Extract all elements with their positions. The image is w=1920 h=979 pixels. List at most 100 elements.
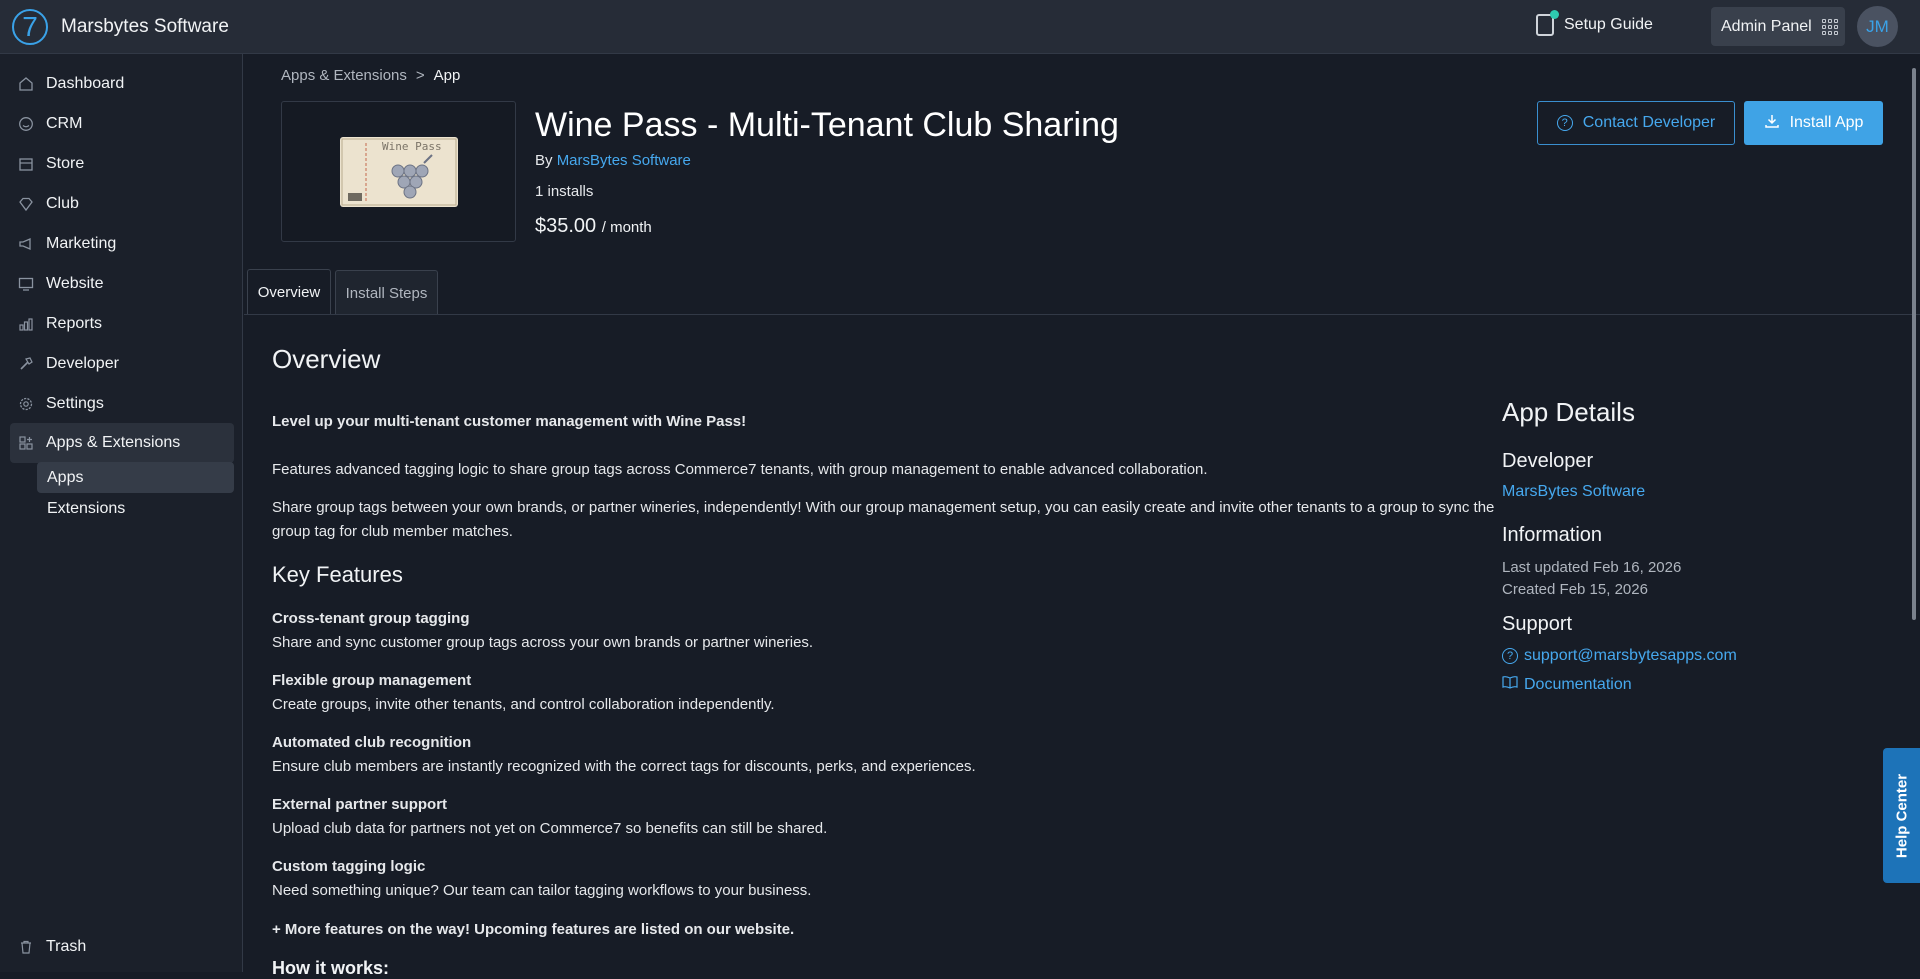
by-label: By <box>535 152 553 169</box>
sidebar-item-label: Trash <box>46 938 87 955</box>
help-center-label: Help Center <box>1893 773 1910 858</box>
overview-paragraph-1: Features advanced tagging logic to share… <box>272 461 1208 478</box>
developer-link[interactable]: MarsBytes Software <box>557 152 691 169</box>
feature-title: Cross-tenant group tagging <box>272 610 470 627</box>
sidebar-item-club[interactable]: Club <box>10 185 234 223</box>
breadcrumb: Apps & Extensions > App <box>281 67 460 84</box>
megaphone-icon <box>18 236 34 252</box>
sidebar-nav: Dashboard CRM Store Club Marketing Websi… <box>0 54 243 972</box>
app-byline: By MarsBytes Software <box>535 152 691 169</box>
apps-icon <box>18 435 34 451</box>
app-title: Wine Pass - Multi-Tenant Club Sharing <box>535 106 1119 144</box>
trash-icon <box>18 939 34 955</box>
setup-guide-button[interactable]: Setup Guide <box>1536 10 1653 36</box>
feature-description: Upload club data for partners not yet on… <box>272 820 828 837</box>
documentation-label: Documentation <box>1524 675 1632 693</box>
created-text: Created Feb 15, 2026 <box>1502 581 1648 598</box>
home-icon <box>18 76 34 92</box>
price-amount: $35.00 <box>535 215 597 237</box>
store-icon <box>18 156 34 172</box>
breadcrumb-apps-extensions[interactable]: Apps & Extensions <box>281 67 407 84</box>
feature-item: External partner support Upload club dat… <box>272 793 1492 841</box>
information-heading: Information <box>1502 524 1603 546</box>
documentation-link[interactable]: Documentation <box>1502 675 1632 694</box>
gear-icon <box>18 396 34 412</box>
tab-overview[interactable]: Overview <box>247 269 331 315</box>
setup-guide-label: Setup Guide <box>1564 16 1653 33</box>
tab-install-steps[interactable]: Install Steps <box>335 270 438 315</box>
sidebar-item-dashboard[interactable]: Dashboard <box>10 65 234 103</box>
sidebar-item-crm[interactable]: CRM <box>10 105 234 143</box>
more-features-note: + More features on the way! Upcoming fea… <box>272 921 795 938</box>
support-email-link[interactable]: ? support@marsbytesapps.com <box>1502 647 1737 665</box>
install-app-button[interactable]: Install App <box>1744 101 1883 145</box>
tabs-divider <box>244 314 1920 315</box>
sidebar-subitem-apps[interactable]: Apps <box>37 462 234 493</box>
feature-description: Need something unique? Our team can tail… <box>272 882 812 899</box>
how-it-works-heading: How it works: <box>272 958 390 978</box>
hammer-icon <box>18 356 34 372</box>
sidebar-item-settings[interactable]: Settings <box>10 385 234 423</box>
monitor-icon <box>18 276 34 292</box>
commerce7-logo-icon[interactable]: 7 <box>12 9 48 45</box>
sidebar-item-label: CRM <box>46 115 83 132</box>
chart-icon <box>18 316 34 332</box>
contact-developer-button[interactable]: ? Contact Developer <box>1537 101 1735 145</box>
details-developer-link[interactable]: MarsBytes Software <box>1502 483 1645 501</box>
feature-item: Cross-tenant group tagging Share and syn… <box>272 607 1492 655</box>
feature-description: Ensure club members are instantly recogn… <box>272 758 976 775</box>
sidebar-item-label: Apps & Extensions <box>46 434 181 451</box>
feature-item: Flexible group management Create groups,… <box>272 669 1492 717</box>
feature-description: Share and sync customer group tags acros… <box>272 634 814 651</box>
app-details-panel: App Details <box>1502 397 1635 428</box>
price-period: / month <box>601 219 652 236</box>
sidebar-subitem-extensions[interactable]: Extensions <box>37 493 234 524</box>
download-icon <box>1764 113 1780 134</box>
install-app-label: Install App <box>1789 114 1864 131</box>
user-avatar[interactable]: JM <box>1857 6 1898 47</box>
feature-title: External partner support <box>272 796 448 813</box>
diamond-icon <box>18 196 34 212</box>
feature-item: Custom tagging logic Need something uniq… <box>272 855 1492 903</box>
sidebar-item-label: Dashboard <box>46 75 125 92</box>
feature-description: Create groups, invite other tenants, and… <box>272 696 775 713</box>
question-circle-icon: ? <box>1556 115 1573 131</box>
install-count: 1 installs <box>535 183 594 200</box>
book-icon <box>1502 675 1518 694</box>
feature-item: Automated club recognition Ensure club m… <box>272 731 1492 779</box>
feature-title: Custom tagging logic <box>272 858 426 875</box>
sidebar-item-marketing[interactable]: Marketing <box>10 225 234 263</box>
breadcrumb-current: App <box>433 67 461 84</box>
sidebar-item-developer[interactable]: Developer <box>10 345 234 383</box>
overview-paragraph-2: Share group tags between your own brands… <box>272 499 1495 540</box>
feature-title: Automated club recognition <box>272 734 472 751</box>
feature-title: Flexible group management <box>272 672 472 689</box>
sidebar-item-website[interactable]: Website <box>10 265 234 303</box>
wine-pass-ticket-logo: Wine Pass <box>340 137 458 207</box>
notification-dot <box>1550 10 1559 19</box>
admin-panel-button[interactable]: Admin Panel <box>1711 7 1845 46</box>
ticket-text: Wine Pass <box>382 140 442 153</box>
contact-developer-label: Contact Developer <box>1582 114 1716 131</box>
scrollbar[interactable] <box>1912 68 1916 620</box>
overview-tagline: Level up your multi-tenant customer mana… <box>272 413 747 430</box>
app-logo-tile: Wine Pass <box>281 101 516 242</box>
developer-heading: Developer <box>1502 450 1594 472</box>
sidebar-item-apps-extensions[interactable]: Apps & Extensions <box>10 423 234 463</box>
sidebar-item-store[interactable]: Store <box>10 145 234 183</box>
sidebar-item-label: Club <box>46 195 79 212</box>
sidebar-item-label: Reports <box>46 315 103 332</box>
sidebar-item-label: Store <box>46 155 85 172</box>
sidebar-item-label: Settings <box>46 395 104 412</box>
brand-name[interactable]: Marsbytes Software <box>61 16 229 38</box>
key-features-heading: Key Features <box>272 562 403 587</box>
support-heading: Support <box>1502 613 1573 635</box>
smile-icon <box>18 116 34 132</box>
last-updated-text: Last updated Feb 16, 2026 <box>1502 559 1682 576</box>
app-details-heading: App Details <box>1502 397 1635 427</box>
grid-apps-icon <box>1821 18 1838 35</box>
help-center-tab[interactable]: Help Center <box>1883 748 1920 883</box>
clipboard-icon <box>1536 10 1559 36</box>
sidebar-item-trash[interactable]: Trash <box>10 928 234 966</box>
sidebar-item-reports[interactable]: Reports <box>10 305 234 343</box>
